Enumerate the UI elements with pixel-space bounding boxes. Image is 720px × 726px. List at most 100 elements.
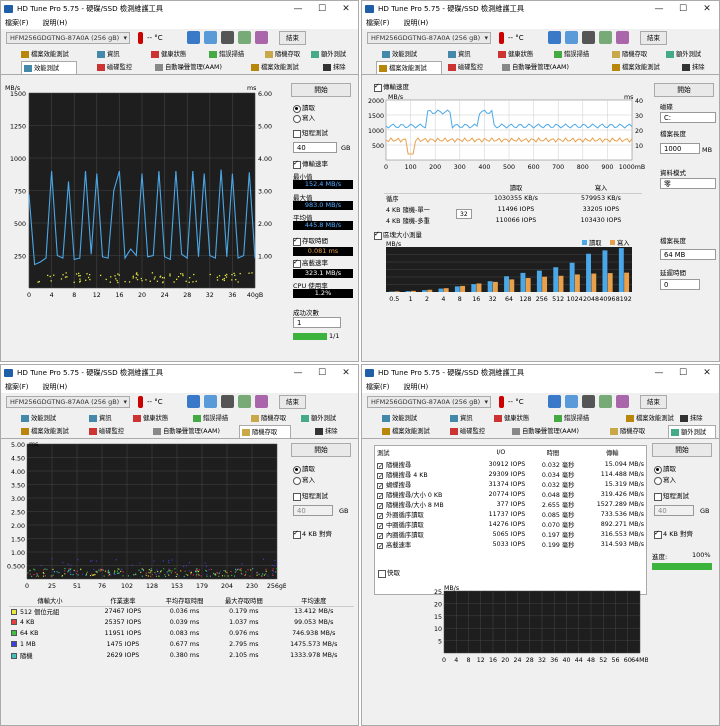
close-icon[interactable]: ✕	[334, 1, 358, 17]
menu-file[interactable]: 檔案(F)	[366, 383, 390, 391]
tab-error-scan[interactable]: 錯誤掃描	[552, 412, 589, 425]
row-color-checkbox[interactable]	[11, 619, 17, 625]
test-checkbox[interactable]: ✓	[377, 533, 383, 539]
tab-random-access[interactable]: 隨機存取	[239, 425, 291, 438]
tab-erase[interactable]: 抹除	[321, 61, 346, 74]
exit-button[interactable]: 結束	[279, 31, 306, 45]
short-test-input[interactable]: 40	[293, 505, 333, 516]
copy-text-icon[interactable]	[204, 31, 217, 44]
menu-file[interactable]: 檔案(F)	[366, 19, 390, 27]
write-radio[interactable]: 寫入	[654, 476, 676, 485]
passes-input[interactable]: 1	[293, 317, 341, 328]
tab-random-access-top[interactable]: 隨機存取	[249, 412, 286, 425]
test-checkbox[interactable]: ✓	[377, 523, 383, 529]
options-icon[interactable]	[238, 395, 251, 408]
maximize-icon[interactable]: ☐	[310, 1, 334, 17]
tab-erase[interactable]: 抹除	[313, 425, 338, 438]
short-test-input[interactable]: 40	[293, 142, 337, 153]
copy-text-icon[interactable]	[565, 395, 578, 408]
tab-extra-tests[interactable]: 額外測試	[299, 412, 336, 425]
exit-button[interactable]: 結束	[640, 395, 667, 409]
tab-file-benchmark[interactable]: 檔案效能測試	[19, 48, 69, 61]
test-checkbox[interactable]: ✓	[377, 483, 383, 489]
tab-disk-monitor[interactable]: 磁碟監控	[448, 425, 485, 438]
tab-aam[interactable]: 自動噪聲管理(AAM)	[510, 425, 579, 438]
drive-select[interactable]: HFM256GDGTNG-87A0A (256 gB)	[367, 396, 491, 408]
tab-file-benchmark[interactable]: 檔案效能測試	[380, 425, 430, 438]
delay-input[interactable]: 0	[660, 279, 700, 290]
transfer-rate-checkbox[interactable]: 傳輸速率	[293, 160, 328, 169]
drive-select[interactable]: HFM256GDGTNG-87A0A (256 gB)	[6, 32, 130, 44]
disk-select[interactable]: C:	[660, 112, 716, 123]
short-test-checkbox[interactable]: 短程測試	[293, 129, 328, 138]
file-length-input[interactable]: 1000	[660, 143, 700, 154]
row-color-checkbox[interactable]	[11, 630, 17, 636]
menu-file[interactable]: 檔案(F)	[5, 383, 29, 391]
copy-info-icon[interactable]	[548, 395, 561, 408]
close-icon[interactable]: ✕	[334, 365, 358, 381]
short-test-input[interactable]: 40	[654, 505, 694, 516]
screenshot-icon[interactable]	[582, 31, 595, 44]
access-time-checkbox[interactable]: 存取時間	[293, 237, 328, 246]
tab-error-scan[interactable]: 錯誤掃描	[552, 48, 589, 61]
test-checkbox[interactable]: ✓	[377, 543, 383, 549]
tab-health[interactable]: 健康狀態	[492, 412, 529, 425]
write-radio[interactable]: 寫入	[293, 114, 315, 123]
menu-help[interactable]: 說明(H)	[43, 19, 68, 27]
tab-info[interactable]: 資訊	[95, 48, 120, 61]
quick-checkbox[interactable]: 快取	[378, 569, 400, 578]
align-4kb-checkbox[interactable]: 4 KB 對齊	[654, 530, 693, 539]
row-color-checkbox[interactable]	[11, 653, 17, 659]
data-mode-select[interactable]: 零	[660, 178, 716, 189]
tab-health[interactable]: 健康狀態	[149, 48, 186, 61]
tab-erase[interactable]: 抹除	[678, 412, 703, 425]
read-radio[interactable]: 讀取	[293, 104, 315, 113]
tab-health[interactable]: 健康狀態	[496, 48, 533, 61]
menu-help[interactable]: 說明(H)	[43, 383, 68, 391]
screenshot-icon[interactable]	[221, 395, 234, 408]
minimize-icon[interactable]: —	[647, 365, 671, 381]
menu-help[interactable]: 說明(H)	[404, 19, 429, 27]
start-button[interactable]: 開始	[291, 443, 351, 457]
start-button[interactable]: 開始	[652, 443, 712, 457]
tab-random-access[interactable]: 隨機存取	[608, 425, 645, 438]
tab-aam[interactable]: 自動噪聲管理(AAM)	[153, 61, 222, 74]
short-test-checkbox[interactable]: 短程測試	[293, 492, 328, 501]
row-color-checkbox[interactable]	[11, 609, 17, 615]
drive-select[interactable]: HFM256GDGTNG-87A0A (256 gB)	[367, 32, 491, 44]
drive-select[interactable]: HFM256GDGTNG-87A0A (256 gB)	[6, 396, 130, 408]
tab-folder-usage[interactable]: 檔案效能測試	[624, 412, 674, 425]
read-radio[interactable]: 讀取	[654, 465, 676, 474]
start-button[interactable]: 開始	[291, 83, 351, 97]
exit-button[interactable]: 結束	[640, 31, 667, 45]
menu-file[interactable]: 檔案(F)	[5, 19, 29, 27]
test-checkbox[interactable]: ✓	[377, 503, 383, 509]
save-icon[interactable]	[616, 31, 629, 44]
save-icon[interactable]	[255, 31, 268, 44]
copy-text-icon[interactable]	[204, 395, 217, 408]
align-4kb-checkbox[interactable]: 4 KB 對齊	[293, 530, 332, 539]
tab-health[interactable]: 健康狀態	[131, 412, 168, 425]
test-checkbox[interactable]: ✓	[377, 463, 383, 469]
tab-info[interactable]: 資訊	[448, 412, 473, 425]
tab-random-access[interactable]: 隨機存取	[263, 48, 300, 61]
tab-extra-tests[interactable]: 額外測試	[664, 48, 701, 61]
tab-benchmark[interactable]: 效能測試	[19, 412, 56, 425]
options-icon[interactable]	[238, 31, 251, 44]
minimize-icon[interactable]: —	[647, 1, 671, 17]
tab-info[interactable]: 資訊	[87, 412, 112, 425]
tab-disk-monitor[interactable]: 磁碟監控	[95, 61, 132, 74]
menu-help[interactable]: 說明(H)	[404, 383, 429, 391]
minimize-icon[interactable]: —	[286, 365, 310, 381]
save-icon[interactable]	[255, 395, 268, 408]
short-test-checkbox[interactable]: 短程測試	[654, 492, 689, 501]
copy-text-icon[interactable]	[565, 31, 578, 44]
maximize-icon[interactable]: ☐	[671, 365, 695, 381]
transfer-speed-checkbox[interactable]: 傳輸速度	[374, 83, 409, 92]
screenshot-icon[interactable]	[582, 395, 595, 408]
tab-error-scan[interactable]: 錯誤掃描	[207, 48, 244, 61]
save-icon[interactable]	[616, 395, 629, 408]
start-button[interactable]: 開始	[654, 83, 714, 97]
burst-rate-checkbox[interactable]: 高載速率	[293, 259, 328, 268]
tab-disk-monitor[interactable]: 磁碟監控	[87, 425, 124, 438]
